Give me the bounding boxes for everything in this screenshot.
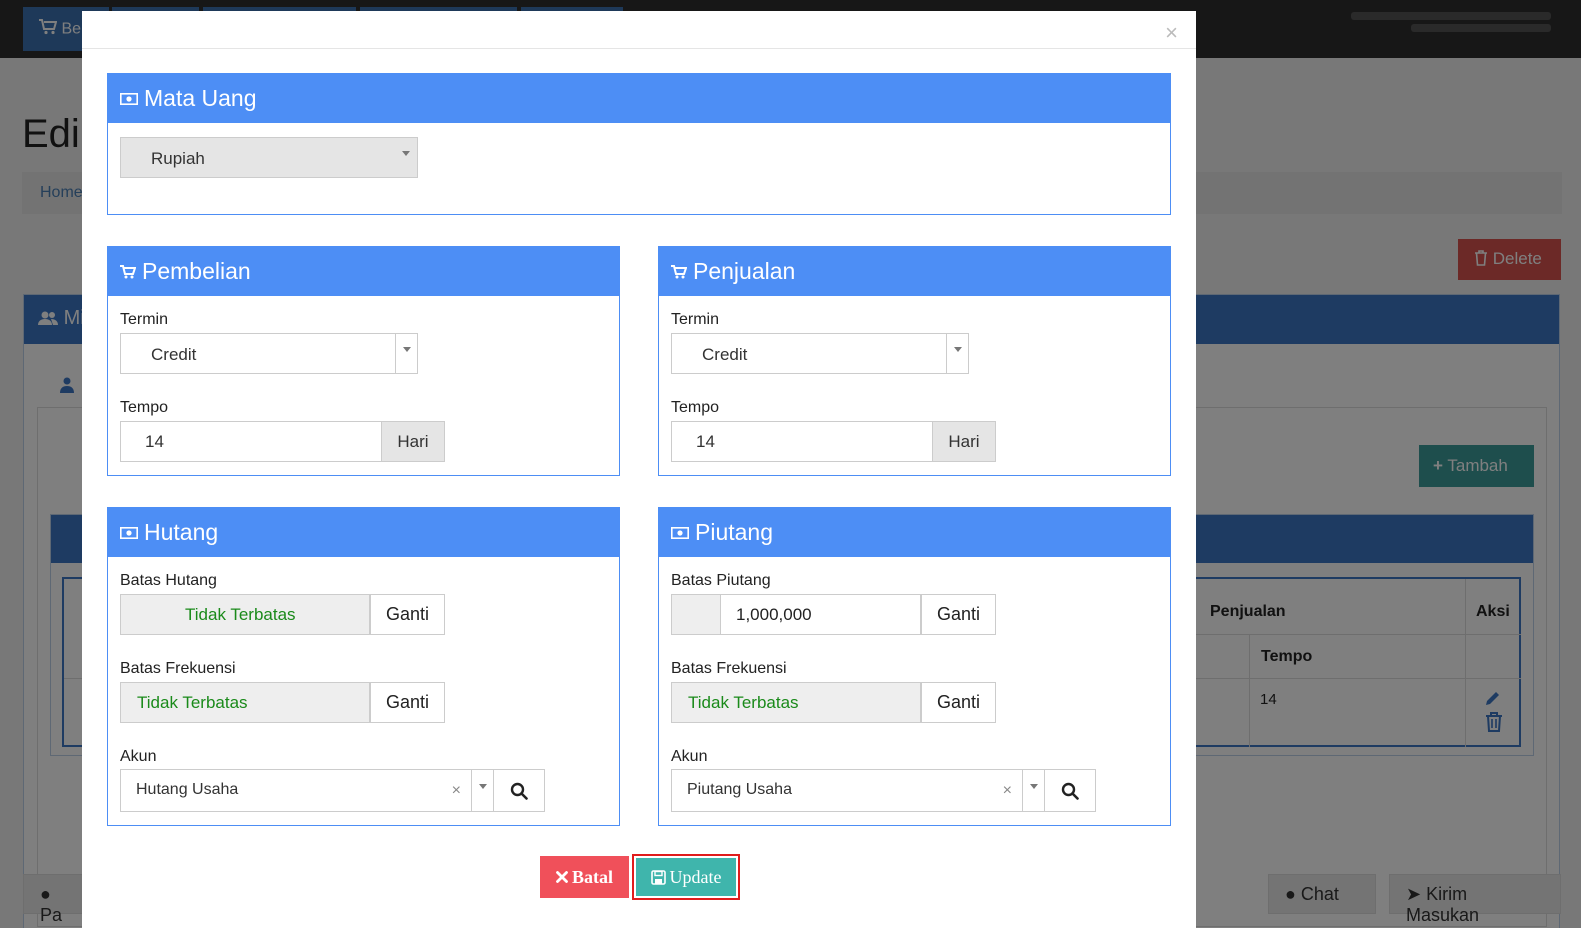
edit-modal: × Mata Uang Rupiah Pembelian Termin Cred… [82, 11, 1196, 928]
close-icon[interactable]: × [1165, 22, 1178, 44]
pembelian-termin-value: Credit [151, 345, 197, 364]
hutang-akun-value: Hutang Usaha [136, 781, 239, 798]
ganti-piutang-frekuensi-button[interactable]: Ganti [921, 682, 996, 723]
penjualan-panel: Penjualan Termin Credit Tempo 14 Hari [658, 246, 1171, 476]
piutang-akun-select[interactable]: Piutang Usaha × [671, 769, 1045, 812]
ganti-batas-piutang-button[interactable]: Ganti [921, 594, 996, 635]
close-icon [556, 871, 568, 883]
piutang-title: Piutang [695, 519, 774, 545]
save-icon [650, 869, 666, 885]
penjualan-termin-value: Credit [702, 345, 748, 364]
money-icon [120, 92, 138, 105]
pembelian-title: Pembelian [142, 258, 251, 284]
piutang-akun-label: Akun [671, 748, 708, 765]
pembelian-termin-select[interactable]: Credit [120, 333, 418, 374]
batal-label: Batal [571, 866, 613, 887]
pembelian-termin-label: Termin [120, 311, 169, 328]
penjualan-termin-select[interactable]: Credit [671, 333, 969, 374]
piutang-frekuensi-field[interactable]: Tidak Terbatas [671, 682, 921, 723]
chevron-down-icon [395, 138, 417, 177]
batas-hutang-value: Tidak Terbatas [185, 605, 296, 624]
piutang-header: Piutang [659, 508, 1170, 557]
batas-piutang-label: Batas Piutang [671, 572, 771, 589]
cart-icon [120, 264, 136, 279]
money-icon [120, 526, 138, 539]
clear-icon[interactable]: × [1003, 782, 1012, 800]
clear-icon[interactable]: × [452, 782, 461, 800]
hutang-akun-select[interactable]: Hutang Usaha × [120, 769, 494, 812]
batas-piutang-field[interactable]: 1,000,000 [671, 594, 921, 635]
piutang-akun-value: Piutang Usaha [687, 781, 792, 798]
cart-icon [671, 264, 687, 279]
mata-uang-title: Mata Uang [144, 85, 257, 111]
pembelian-tempo-input[interactable]: 14 [120, 421, 382, 462]
chevron-down-icon [395, 334, 417, 373]
chevron-down-icon[interactable] [471, 770, 493, 811]
money-icon [671, 526, 689, 539]
chevron-down-icon [946, 334, 968, 373]
hutang-akun-label: Akun [120, 748, 157, 765]
piutang-panel: Piutang Batas Piutang 1,000,000 Ganti Ba… [658, 507, 1171, 826]
piutang-frekuensi-label: Batas Frekuensi [671, 660, 787, 677]
pembelian-panel: Pembelian Termin Credit Tempo 14 Hari [107, 246, 620, 476]
chevron-down-icon[interactable] [1022, 770, 1044, 811]
penjualan-tempo-label: Tempo [671, 399, 720, 416]
mata-uang-value: Rupiah [151, 149, 205, 168]
ganti-hutang-frekuensi-button[interactable]: Ganti [370, 682, 445, 723]
hutang-title: Hutang [144, 519, 219, 545]
hutang-frekuensi-label: Batas Frekuensi [120, 660, 236, 677]
hutang-panel: Hutang Batas Hutang Tidak Terbatas Ganti… [107, 507, 620, 826]
piutang-frekuensi-value: Tidak Terbatas [688, 693, 799, 712]
penjualan-tempo-input[interactable]: 14 [671, 421, 933, 462]
penjualan-termin-label: Termin [671, 311, 720, 328]
batas-piutang-value: 1,000,000 [736, 605, 812, 624]
batal-button[interactable]: Batal [540, 856, 629, 898]
pembelian-tempo-label: Tempo [120, 399, 169, 416]
penjualan-header: Penjualan [659, 247, 1170, 296]
hutang-akun-search-button[interactable] [494, 769, 545, 812]
update-button[interactable]: Update [636, 858, 736, 896]
hutang-frekuensi-field[interactable]: Tidak Terbatas [120, 682, 370, 723]
ganti-batas-hutang-button[interactable]: Ganti [370, 594, 445, 635]
batas-hutang-label: Batas Hutang [120, 572, 217, 589]
mata-uang-select[interactable]: Rupiah [120, 137, 418, 178]
hutang-header: Hutang [108, 508, 619, 557]
pembelian-header: Pembelian [108, 247, 619, 296]
modal-header: × [82, 11, 1196, 49]
penjualan-title: Penjualan [693, 258, 796, 284]
update-label: Update [669, 866, 722, 887]
pembelian-tempo-unit: Hari [382, 421, 445, 462]
hutang-frekuensi-value: Tidak Terbatas [137, 693, 248, 712]
piutang-akun-search-button[interactable] [1045, 769, 1096, 812]
penjualan-tempo-unit: Hari [933, 421, 996, 462]
mata-uang-header: Mata Uang [108, 74, 1170, 123]
mata-uang-panel: Mata Uang Rupiah [107, 73, 1171, 215]
batas-hutang-field[interactable]: Tidak Terbatas [120, 594, 370, 635]
